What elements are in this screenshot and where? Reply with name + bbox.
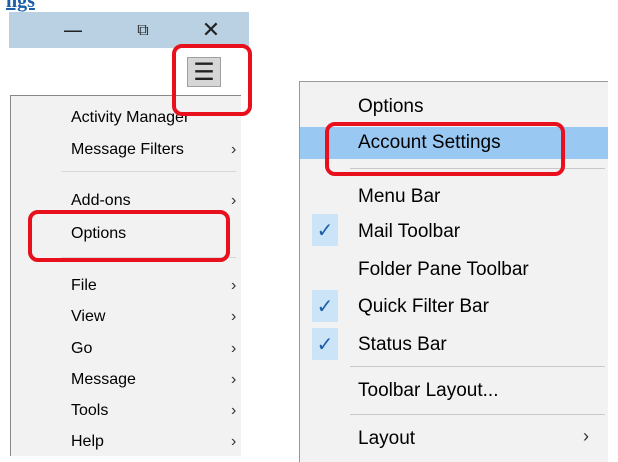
restore-button[interactable]: ⧉ [119,12,167,48]
menu-separator [61,257,236,258]
menu-separator [350,414,605,415]
menu-item-folder-pane-toolbar[interactable]: Folder Pane Toolbar [358,259,529,281]
submenu-arrow-icon: › [231,141,237,158]
menu-separator [350,168,605,169]
app-menu: Activity Manager Message Filters › Add-o… [10,95,241,456]
checkmark-icon: ✓ [312,290,338,322]
menu-item-quick-filter-bar[interactable]: Quick Filter Bar [358,296,489,318]
submenu-arrow-icon: › [583,426,589,446]
menu-item-account-settings[interactable]: Account Settings [358,132,501,154]
menu-item-file[interactable]: File [71,277,97,295]
menu-item-message-filters[interactable]: Message Filters [71,141,184,159]
menu-item-help[interactable]: Help [71,433,104,451]
submenu-arrow-icon: › [231,192,237,209]
options-submenu: Options Account Settings Menu Bar ✓ Mail… [299,81,608,462]
menu-separator [61,171,236,172]
submenu-arrow-icon: › [231,402,237,419]
menu-item-go[interactable]: Go [71,340,92,358]
checkmark-icon: ✓ [312,214,338,246]
app-menu-button[interactable]: ☰ [187,57,221,87]
menu-item-tools[interactable]: Tools [71,402,108,420]
menu-item-options[interactable]: Options [358,96,423,118]
menu-item-status-bar[interactable]: Status Bar [358,334,447,356]
close-button[interactable]: ✕ [187,12,235,48]
restore-icon: ⧉ [137,20,149,39]
menu-item-toolbar-layout[interactable]: Toolbar Layout... [358,380,498,402]
submenu-arrow-icon: › [231,340,237,357]
minimize-icon: — [63,18,83,42]
submenu-arrow-icon: › [231,371,237,388]
minimize-button[interactable]: — [49,12,97,48]
submenu-arrow-icon: › [231,277,237,294]
menu-item-mail-toolbar[interactable]: Mail Toolbar [358,221,460,243]
submenu-arrow-icon: › [231,433,237,450]
hamburger-icon: ☰ [193,58,215,86]
menu-item-menu-bar[interactable]: Menu Bar [358,186,440,208]
menu-item-add-ons[interactable]: Add-ons [71,192,131,210]
menu-item-options[interactable]: Options [71,225,126,243]
submenu-arrow-icon: › [231,308,237,325]
close-icon: ✕ [201,17,221,43]
menu-item-view[interactable]: View [71,308,105,326]
checkmark-icon: ✓ [312,328,338,360]
menu-item-activity-manager[interactable]: Activity Manager [71,109,189,127]
window-titlebar: — ⧉ ✕ [9,12,249,48]
menu-item-message[interactable]: Message [71,371,136,389]
menu-item-layout[interactable]: Layout [358,428,415,450]
menu-separator [350,366,605,367]
